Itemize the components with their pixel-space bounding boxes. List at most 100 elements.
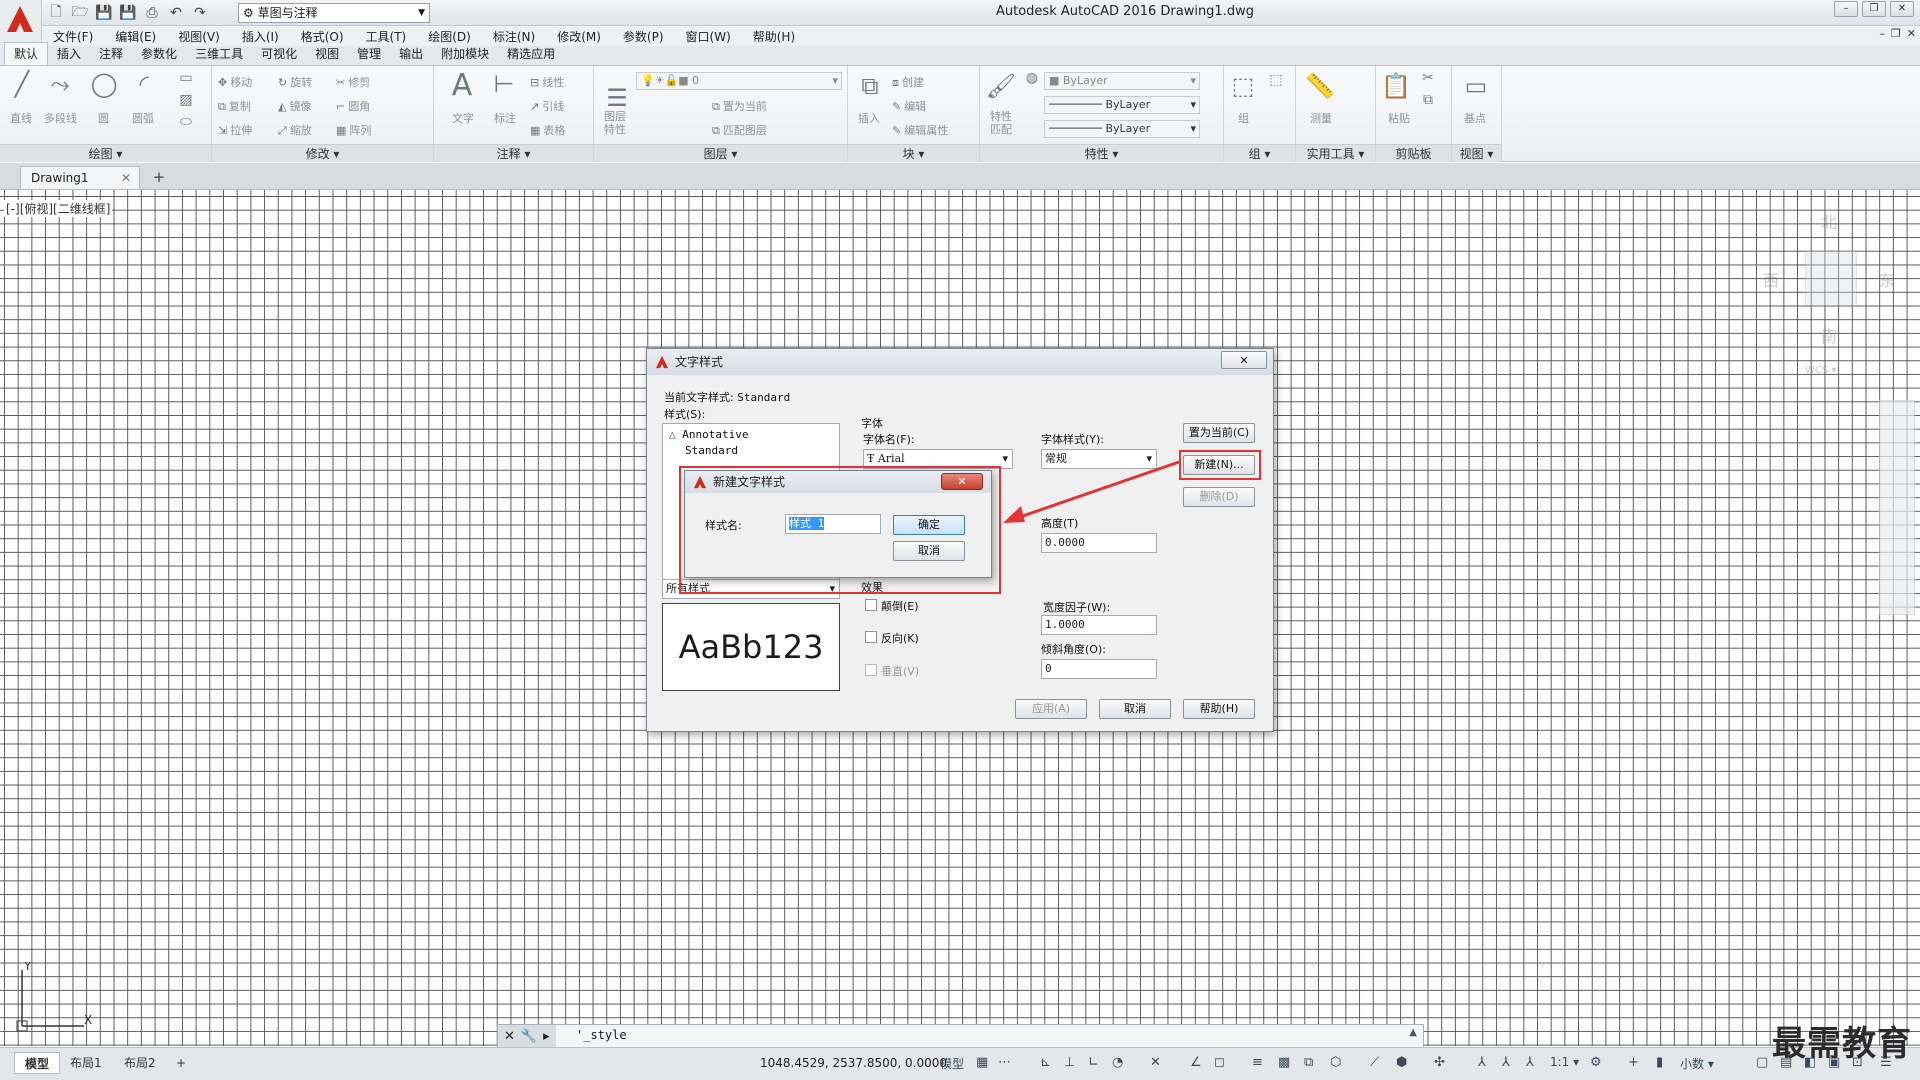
measure-tool-label[interactable]: 测量 [1310, 110, 1332, 126]
tab-addins[interactable]: 附加模块 [432, 43, 498, 65]
arc-icon[interactable]: ◜ [128, 70, 160, 98]
match-properties-label[interactable]: 特性匹配 [990, 110, 1016, 136]
ungroup-icon[interactable]: ⬚ [1264, 72, 1288, 88]
copy-clip-icon[interactable]: ⧉ [1416, 92, 1440, 108]
workspace-selector[interactable]: ⚙ 草图与注释 ▼ [238, 3, 430, 23]
arc-tool-label[interactable]: 圆弧 [132, 110, 154, 126]
navigation-bar[interactable] [1879, 400, 1915, 615]
selection-cycling-icon[interactable]: ⧉ [1304, 1055, 1313, 1070]
dynamic-input-icon[interactable]: ⊥ [1064, 1055, 1075, 1070]
set-current-layer-tool[interactable]: ⧉ 置为当前 [712, 98, 767, 114]
linear-tool[interactable]: ⊟ 线性 [530, 74, 564, 90]
close-icon[interactable]: ✕ [504, 1029, 515, 1044]
command-input[interactable]: '_style [576, 1028, 627, 1042]
leader-tool[interactable]: ↗ 引线 [530, 98, 564, 114]
edit-block-tool[interactable]: ✎ 编辑 [892, 98, 926, 114]
width-factor-input[interactable]: 1.0000 [1041, 615, 1157, 635]
new-tab-button[interactable]: + [148, 168, 170, 188]
tab-visualize[interactable]: 可视化 [252, 43, 306, 65]
table-tool[interactable]: ▦ 表格 [530, 122, 565, 138]
wcs-menu[interactable]: WCS ▾ [1805, 365, 1836, 376]
fillet-tool[interactable]: ⌐ 圆角 [336, 98, 370, 114]
move-tool[interactable]: ✥ 移动 [218, 74, 252, 90]
add-layout-button[interactable]: + [170, 1052, 192, 1074]
quick-properties-icon[interactable]: ▢ [1756, 1055, 1768, 1070]
paste-tool-label[interactable]: 粘贴 [1388, 110, 1410, 126]
menu-modify[interactable]: 修改(M) [546, 28, 612, 45]
workspace-switching-icon[interactable]: ⚙ [1590, 1055, 1602, 1070]
tab-3d-tools[interactable]: 三维工具 [186, 43, 252, 65]
viewcube-south[interactable]: 南 [1821, 323, 1837, 347]
measure-icon[interactable]: 📏 [1304, 72, 1336, 100]
base-point-label[interactable]: 基点 [1464, 110, 1486, 126]
panel-groups-title[interactable]: 组 ▾ [1224, 144, 1295, 162]
maximize-button[interactable]: ❐ [1862, 1, 1886, 17]
rotate-tool[interactable]: ↻ 旋转 [278, 74, 312, 90]
tab-manage[interactable]: 管理 [348, 43, 390, 65]
command-history-icon[interactable]: ▸ [543, 1029, 550, 1044]
menu-parametric[interactable]: 参数(P) [612, 28, 675, 45]
set-current-button[interactable]: 置为当前(C) [1183, 423, 1255, 443]
menu-format[interactable]: 格式(O) [290, 28, 355, 45]
text-tool-label[interactable]: 文字 [452, 110, 474, 126]
trim-tool[interactable]: ✂ 修剪 [336, 74, 370, 90]
panel-layers-title[interactable]: 图层 ▾ [594, 144, 847, 162]
menu-dimension[interactable]: 标注(N) [482, 28, 546, 45]
drawing-close-button[interactable]: ✕ [1907, 27, 1916, 40]
minimize-button[interactable]: – [1834, 1, 1858, 17]
scale-tool[interactable]: ⤢ 缩放 [278, 122, 312, 138]
circle-icon[interactable]: ◯ [88, 70, 120, 98]
menu-view[interactable]: 视图(V) [167, 28, 231, 45]
insert-block-label[interactable]: 插入 [858, 110, 880, 126]
units-value[interactable]: 小数 ▾ [1680, 1055, 1714, 1072]
chevron-up-icon[interactable]: ▲ [1409, 1027, 1417, 1038]
ortho-icon[interactable]: ∟ [1088, 1055, 1099, 1070]
array-tool[interactable]: ▦ 阵列 [336, 122, 371, 138]
insert-block-icon[interactable]: ⧉ [852, 72, 888, 100]
layout-tab-layout1[interactable]: 布局1 [60, 1052, 112, 1074]
3d-object-snap-icon[interactable]: ⬡ [1330, 1055, 1341, 1070]
vertical-checkbox[interactable] [865, 664, 877, 676]
tab-output[interactable]: 输出 [390, 43, 432, 65]
selection-filter-icon[interactable]: ⬢ [1396, 1055, 1407, 1070]
tab-view[interactable]: 视图 [306, 43, 348, 65]
undo-icon[interactable]: ↶ [166, 3, 186, 23]
panel-clipboard-title[interactable]: 剪贴板 [1376, 144, 1451, 162]
menu-insert[interactable]: 插入(I) [231, 28, 290, 45]
tab-home[interactable]: 默认 [4, 42, 49, 65]
tab-annotate[interactable]: 注释 [90, 43, 132, 65]
panel-block-title[interactable]: 块 ▾ [848, 144, 979, 162]
line-icon[interactable]: ╱ [6, 70, 38, 98]
viewport-controls[interactable]: [-][俯视][二维线框] [4, 200, 113, 217]
mirror-tool[interactable]: ◭ 镜像 [278, 98, 311, 114]
grid-icon[interactable]: ▦ [976, 1055, 988, 1070]
list-item[interactable]: Standard [685, 444, 738, 457]
tab-featured-apps[interactable]: 精选应用 [498, 43, 564, 65]
annotation-scale-value[interactable]: 1:1 ▾ [1550, 1055, 1579, 1069]
color-wheel-icon[interactable]: ◍ [1022, 70, 1042, 86]
2d-object-snap-icon[interactable]: ◻ [1214, 1055, 1225, 1070]
cut-icon[interactable]: ✂ [1416, 70, 1440, 86]
delete-style-button[interactable]: 删除(D) [1183, 487, 1255, 507]
layout-tab-layout2[interactable]: 布局2 [114, 1052, 166, 1074]
match-layer-tool[interactable]: ⧉ 匹配图层 [712, 122, 767, 138]
viewcube-top-face[interactable] [1805, 250, 1857, 306]
command-line[interactable]: ✕ 🔧 ▸ '_style ▲ [497, 1024, 1424, 1048]
group-icon[interactable]: ⬚ [1228, 72, 1258, 100]
menu-tools[interactable]: 工具(T) [355, 28, 418, 45]
layer-properties-label[interactable]: 图层特性 [604, 110, 632, 136]
infer-constraints-icon[interactable]: ⊾ [1040, 1055, 1051, 1070]
object-snap-tracking-icon[interactable]: ∠ [1190, 1055, 1202, 1070]
menu-draw[interactable]: 绘图(D) [417, 28, 482, 45]
ellipse-icon[interactable]: ⬭ [170, 114, 202, 130]
wrench-icon[interactable]: 🔧 [521, 1029, 537, 1044]
dynamic-ucs-icon[interactable]: ⟋ [1370, 1055, 1379, 1070]
backwards-checkbox[interactable] [865, 631, 877, 643]
panel-view-title[interactable]: 视图 ▾ [1452, 144, 1501, 162]
menu-help[interactable]: 帮助(H) [742, 28, 806, 45]
circle-tool-label[interactable]: 圆 [98, 110, 109, 126]
new-file-icon[interactable]: 🗋 [46, 3, 66, 23]
panel-annotation-title[interactable]: 注释 ▾ [434, 144, 593, 162]
redo-icon[interactable]: ↷ [190, 3, 210, 23]
object-snap-icon[interactable]: ✕ [1150, 1055, 1161, 1070]
